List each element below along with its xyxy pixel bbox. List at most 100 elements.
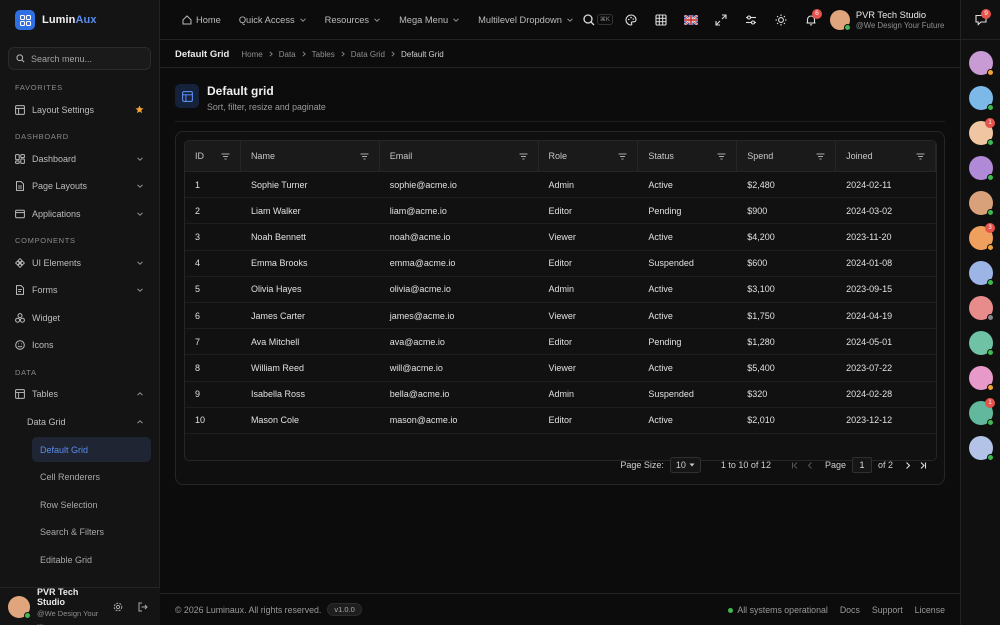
sidebar-item-ui-elements[interactable]: UI Elements — [8, 251, 151, 274]
fullscreen-button[interactable] — [706, 5, 736, 35]
prev-page-icon[interactable] — [806, 461, 815, 470]
table-row[interactable]: 6 James Carter james@acme.io Viewer Active $1… — [185, 303, 936, 330]
sidebar-item-data-grid[interactable]: Data Grid — [19, 410, 151, 433]
filter-icon[interactable] — [360, 152, 369, 161]
page-size-select[interactable]: 10 — [669, 457, 701, 473]
brand[interactable]: LuminAux — [0, 0, 159, 40]
contact-avatar[interactable]: 3 — [969, 223, 995, 251]
cell-name: Olivia Hayes — [250, 284, 302, 295]
sidebar-item-page-layouts[interactable]: Page Layouts — [8, 175, 151, 198]
sidebar-item-icons[interactable]: Icons — [8, 334, 151, 357]
chevron-down-icon — [137, 184, 143, 188]
column-header-joined[interactable]: Joined — [836, 141, 936, 171]
sidebar-item-cell-renderers[interactable]: Cell Renderers — [32, 465, 151, 490]
chevron-up-icon — [137, 392, 143, 396]
breadcrumb-home[interactable]: Home — [241, 50, 262, 59]
caret-down-icon — [689, 463, 695, 467]
sidebar-item-editable-grid[interactable]: Editable Grid — [32, 547, 151, 572]
contact-avatar[interactable]: 1 — [969, 398, 995, 426]
section-dashboard: DASHBOARD — [15, 132, 69, 141]
column-header-status[interactable]: Status — [638, 141, 738, 171]
gear-icon[interactable] — [113, 602, 123, 612]
sidebar-item-default-grid[interactable]: Default Grid — [32, 437, 151, 462]
breadcrumb-data[interactable]: Data — [279, 50, 296, 59]
filter-icon[interactable] — [221, 152, 230, 161]
status-indicator — [987, 384, 994, 391]
breadcrumb-data-grid[interactable]: Data Grid — [351, 50, 385, 59]
avatar[interactable] — [8, 595, 31, 619]
table-row[interactable]: 10 Mason Cole mason@acme.io Editor Active $2,… — [185, 408, 936, 434]
column-header-name[interactable]: Name — [241, 141, 380, 171]
contact-avatar[interactable] — [969, 191, 994, 216]
column-header-role[interactable]: Role — [539, 141, 639, 171]
sidebar-item-forms[interactable]: Forms — [8, 279, 151, 302]
table-row[interactable]: 1 Sophie Turner sophie@acme.io Admin Active $… — [185, 172, 936, 199]
nav-quick-access[interactable]: Quick Access — [239, 15, 307, 25]
contact-avatar[interactable] — [969, 51, 994, 76]
contact-avatar[interactable] — [969, 86, 994, 111]
sidebar-item-row-selection[interactable]: Row Selection — [32, 492, 151, 517]
contact-avatar[interactable] — [969, 261, 994, 286]
theme-toggle-button[interactable] — [766, 5, 796, 35]
filter-icon[interactable] — [519, 152, 528, 161]
filter-icon[interactable] — [618, 152, 627, 161]
chat-button[interactable]: 9 — [961, 0, 1000, 40]
page-number-input[interactable] — [851, 457, 872, 473]
table-icon — [15, 389, 25, 399]
page-label: Page — [824, 460, 846, 470]
table-row[interactable]: 3 Noah Bennett noah@acme.io Viewer Active $4,… — [185, 224, 936, 251]
first-page-icon[interactable] — [791, 461, 800, 470]
sidebar-item-search-filters[interactable]: Search & Filters — [32, 520, 151, 545]
sidebar-item-tables[interactable]: Tables — [8, 383, 151, 406]
global-search-button[interactable]: ⌘K — [580, 5, 616, 35]
sidebar-search[interactable] — [8, 47, 151, 70]
table-row[interactable]: 9 Isabella Ross bella@acme.io Admin Suspende… — [185, 382, 936, 408]
nav-label: Quick Access — [238, 14, 295, 25]
footer-link-support[interactable]: Support — [872, 605, 903, 615]
footer-link-docs[interactable]: Docs — [840, 605, 860, 615]
settings-toggle-button[interactable] — [736, 5, 766, 35]
apps-grid-button[interactable] — [646, 5, 676, 35]
contact-avatar[interactable] — [969, 156, 994, 181]
table-row[interactable]: 5 Olivia Hayes olivia@acme.io Admin Active $3… — [185, 277, 936, 303]
contact-avatar[interactable] — [969, 296, 994, 321]
filter-icon[interactable] — [916, 152, 925, 161]
filter-icon[interactable] — [816, 152, 825, 161]
column-header-id[interactable]: ID — [185, 141, 241, 171]
language-button[interactable] — [676, 5, 706, 35]
column-header-email[interactable]: Email — [380, 141, 539, 171]
notifications-button[interactable]: 6 — [796, 5, 826, 35]
page-header: Default grid Sort, filter, resize and pa… — [175, 84, 945, 122]
theme-palette-button[interactable] — [616, 5, 646, 35]
cell-email: emma@acme.io — [389, 258, 456, 269]
last-page-icon[interactable] — [918, 461, 927, 470]
nav-resources[interactable]: Resources — [325, 15, 381, 25]
table-row[interactable]: 2 Liam Walker liam@acme.io Editor Pending $90… — [185, 198, 936, 225]
footer-link-license[interactable]: License — [915, 605, 945, 615]
sidebar-item-applications[interactable]: Applications — [8, 202, 151, 225]
table-row[interactable]: 8 William Reed will@acme.io Viewer Active $5,… — [185, 355, 936, 382]
sidebar-item-dashboard[interactable]: Dashboard — [8, 147, 151, 170]
star-icon[interactable] — [135, 105, 144, 114]
nav-home[interactable]: Home — [182, 15, 221, 25]
contact-avatar[interactable]: 1 — [969, 118, 995, 146]
sidebar-item-widget[interactable]: Widget — [8, 306, 151, 329]
nav-mega-menu[interactable]: Mega Menu — [399, 15, 460, 25]
logout-icon[interactable] — [138, 602, 148, 612]
breadcrumb-tables[interactable]: Tables — [312, 50, 335, 59]
user-name: PVR Tech Studio — [37, 586, 79, 607]
contact-avatar[interactable] — [969, 331, 994, 356]
filter-icon[interactable] — [717, 152, 726, 161]
contact-avatar[interactable] — [969, 366, 994, 391]
sidebar-item-layout-settings[interactable]: Layout Settings — [8, 98, 151, 121]
profile-menu[interactable]: PVR Tech Studio @We Design Your Future — [829, 9, 944, 31]
next-page-icon[interactable] — [903, 461, 912, 470]
column-header-label: Role — [548, 151, 568, 161]
copyright: © 2026 Luminaux. All rights reserved. — [175, 604, 322, 615]
contact-avatar[interactable] — [969, 436, 994, 461]
table-row[interactable]: 4 Emma Brooks emma@acme.io Editor Suspended $… — [185, 251, 936, 277]
nav-multilevel-dropdown[interactable]: Multilevel Dropdown — [478, 15, 574, 25]
table-row[interactable]: 7 Ava Mitchell ava@acme.io Editor Pending $1,… — [185, 329, 936, 356]
column-header-spend[interactable]: Spend — [737, 141, 837, 171]
search-input[interactable] — [31, 53, 141, 64]
